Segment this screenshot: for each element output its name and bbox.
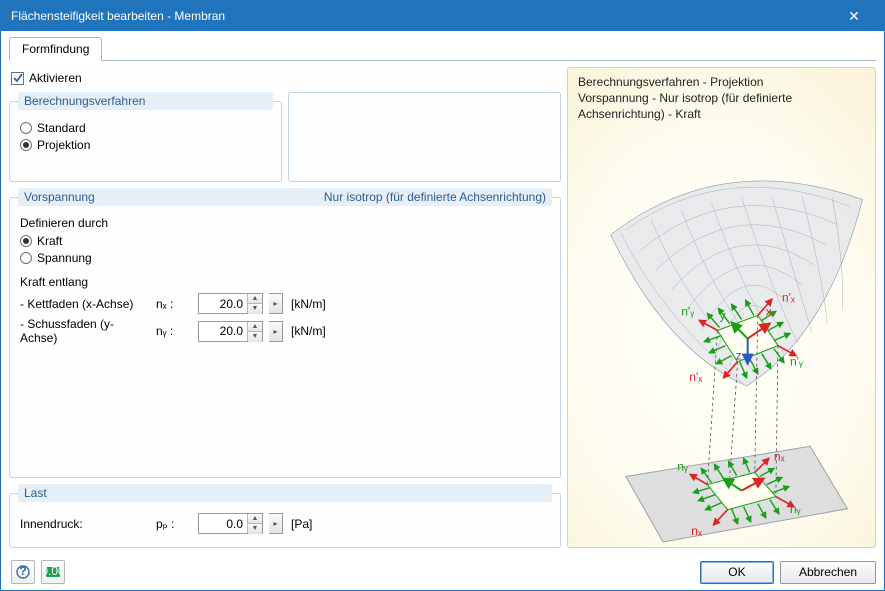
window-title: Flächensteifigkeit bearbeiten - Membran [11, 9, 225, 23]
axis-z-label: z [736, 349, 742, 363]
weft-input[interactable] [199, 322, 247, 341]
cancel-button[interactable]: Abbrechen [780, 561, 876, 584]
warp-dropdown[interactable]: ▸ [269, 293, 283, 314]
radio-force[interactable]: Kraft [20, 234, 62, 248]
ny-label-2: nᵧ [790, 502, 801, 516]
pressure-spinner[interactable]: ▲▼ [198, 513, 263, 534]
radio-stress[interactable]: Spannung [20, 251, 92, 265]
spin-down-icon[interactable]: ▼ [248, 332, 262, 342]
axis-y-label: y [719, 308, 726, 322]
along-heading: Kraft entlang [20, 275, 550, 289]
tab-formfinding[interactable]: Formfindung [9, 37, 102, 61]
units-icon: 0.00 [45, 565, 61, 579]
axis-x-label: x [766, 304, 772, 318]
titlebar: Flächensteifigkeit bearbeiten - Membran … [1, 1, 884, 31]
weft-label: - Schussfaden (y-Achse) [20, 317, 150, 345]
dialog-window: Flächensteifigkeit bearbeiten - Membran … [0, 0, 885, 591]
spin-down-icon[interactable]: ▼ [248, 524, 262, 534]
method-heading: Berechnungsverfahren [18, 92, 273, 110]
weft-dropdown[interactable]: ▸ [269, 321, 283, 342]
help-button[interactable]: ? [11, 560, 35, 584]
body-row: Aktivieren Berechnungsverfahren Standard [9, 67, 876, 548]
prestress-heading-text: Vorspannung [24, 190, 95, 204]
nx-label: nₓ [774, 449, 785, 463]
checkbox-box [11, 72, 24, 85]
weft-spinner[interactable]: ▲▼ [198, 321, 263, 342]
preview-panel: Berechnungsverfahren - Projektion Vorspa… [567, 67, 876, 548]
npy-label-2: n'ᵧ [790, 355, 803, 369]
close-button[interactable]: ✕ [834, 8, 874, 25]
activate-label: Aktivieren [29, 71, 82, 85]
defineby-label: Definieren durch [20, 216, 550, 230]
radio-circle [20, 122, 32, 134]
svg-text:?: ? [19, 565, 26, 578]
weft-symbol: nᵧ : [156, 324, 192, 338]
spin-up-icon[interactable]: ▲ [248, 322, 262, 332]
pressure-input[interactable] [199, 514, 247, 533]
npx-label-2: n'ₓ [689, 370, 702, 384]
left-column: Aktivieren Berechnungsverfahren Standard [9, 67, 561, 548]
radio-projection-label: Projektion [37, 138, 90, 152]
footer: ? 0.00 OK Abbrechen [1, 554, 884, 590]
ok-button[interactable]: OK [700, 561, 774, 584]
radio-standard-label: Standard [37, 121, 86, 135]
prestress-group: Vorspannung Nur isotrop (für definierte … [9, 188, 561, 478]
spin-down-icon[interactable]: ▼ [248, 304, 262, 314]
radio-circle [20, 252, 32, 264]
spin-up-icon[interactable]: ▲ [248, 514, 262, 524]
weft-unit: [kN/m] [291, 324, 326, 338]
empty-group [288, 92, 561, 182]
radio-circle [20, 235, 32, 247]
pressure-label: Innendruck: [20, 517, 150, 531]
warp-spinner[interactable]: ▲▼ [198, 293, 263, 314]
prestress-subheading: Nur isotrop (für definierte Achsenrichtu… [324, 190, 546, 204]
radio-standard[interactable]: Standard [20, 121, 86, 135]
radio-force-label: Kraft [37, 234, 62, 248]
pressure-unit: [Pa] [291, 517, 312, 531]
spin-up-icon[interactable]: ▲ [248, 294, 262, 304]
prestress-heading: Vorspannung Nur isotrop (für definierte … [18, 188, 552, 206]
tabstrip: Formfindung [9, 37, 876, 61]
radio-projection[interactable]: Projektion [20, 138, 90, 152]
radio-circle [20, 139, 32, 151]
content-area: Formfindung Aktivieren Berechnungsverfah… [1, 31, 884, 554]
pressure-dropdown[interactable]: ▸ [269, 513, 283, 534]
preview-illustration: x y z n'ᵧ n'ᵧ n'ₓ n'ₓ [568, 114, 875, 547]
right-column: Berechnungsverfahren - Projektion Vorspa… [567, 67, 876, 548]
npx-label: n'ₓ [782, 290, 795, 304]
load-heading: Last [18, 484, 552, 502]
radio-stress-label: Spannung [37, 251, 92, 265]
activate-group: Aktivieren [9, 67, 561, 86]
help-icon: ? [16, 565, 30, 579]
nx-label-2: nₓ [691, 524, 702, 538]
warp-input[interactable] [199, 294, 247, 313]
warp-unit: [kN/m] [291, 297, 326, 311]
warp-label: - Kettfaden (x-Achse) [20, 297, 150, 311]
svg-text:0.00: 0.00 [45, 565, 61, 578]
load-group: Last Innendruck: pₚ : ▲▼ ▸ [Pa] [9, 484, 561, 548]
ny-label: nᵧ [677, 459, 688, 473]
activate-checkbox[interactable]: Aktivieren [11, 71, 82, 85]
preview-line1: Berechnungsverfahren - Projektion [578, 74, 865, 90]
method-group: Berechnungsverfahren Standard Projektion [9, 92, 282, 182]
pressure-symbol: pₚ : [156, 517, 192, 531]
warp-symbol: nₓ : [156, 297, 192, 311]
units-button[interactable]: 0.00 [41, 560, 65, 584]
npy-label: n'ᵧ [681, 304, 694, 318]
